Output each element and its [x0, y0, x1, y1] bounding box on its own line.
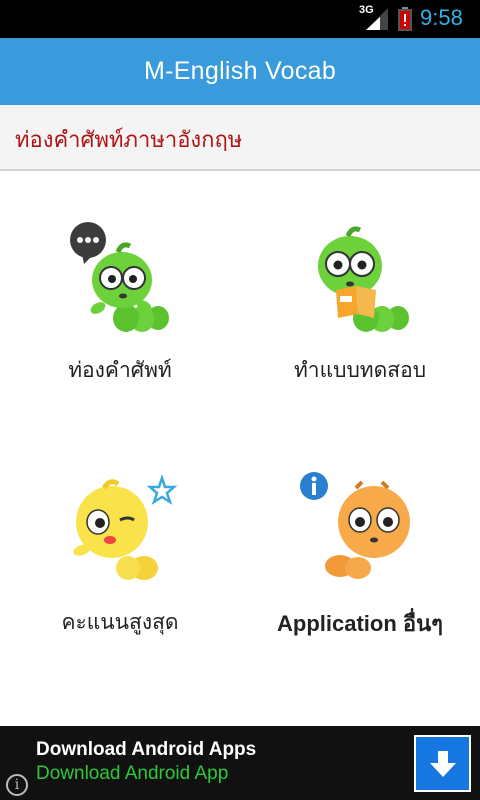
battery-icon	[398, 7, 412, 31]
green-worm-chat-icon	[70, 222, 169, 332]
orange-bird-info-icon	[300, 472, 410, 579]
menu-label-quiz: ทำแบบทดสอบ	[293, 358, 427, 382]
chat-bubble-icon	[70, 222, 106, 264]
menu-item-quiz[interactable]: ทำแบบทดสอบ	[240, 218, 480, 387]
menu-item-high-score[interactable]: คะแนนสูงสุด	[0, 470, 240, 639]
book-icon	[336, 286, 376, 318]
app-bar: M-English Vocab	[0, 38, 480, 105]
star-icon	[146, 474, 178, 505]
signal-icon	[366, 8, 388, 30]
menu-item-other-apps[interactable]: Application อื่นๆ	[240, 470, 480, 641]
menu-item-vocab[interactable]: ท่องคำศัพท์	[0, 218, 240, 387]
subtitle-text: ท่องคำศัพท์ภาษาอังกฤษ	[15, 128, 243, 153]
ad-download-button[interactable]	[414, 735, 471, 792]
ad-title[interactable]: Download Android Apps	[36, 739, 256, 761]
ad-info-icon[interactable]: i	[6, 774, 28, 796]
app-title: M-English Vocab	[143, 57, 337, 85]
arrow-down-icon	[429, 750, 456, 777]
green-worm-book-icon	[318, 226, 409, 332]
menu-label-high-score: คะแนนสูงสุด	[61, 610, 179, 634]
status-bar: 3G 9:58	[0, 0, 480, 38]
clock: 9:58	[420, 5, 463, 30]
yellow-bird-star-icon	[73, 474, 178, 580]
ad-banner[interactable]: i Download Android Apps Download Android…	[0, 726, 480, 800]
menu-label-vocab: ท่องคำศัพท์	[68, 358, 172, 382]
info-icon	[300, 472, 328, 500]
ad-subtitle[interactable]: Download Android App	[36, 763, 228, 785]
menu-label-other-apps: Application อื่นๆ	[277, 611, 443, 636]
subtitle-strip: ท่องคำศัพท์ภาษาอังกฤษ	[0, 105, 480, 171]
